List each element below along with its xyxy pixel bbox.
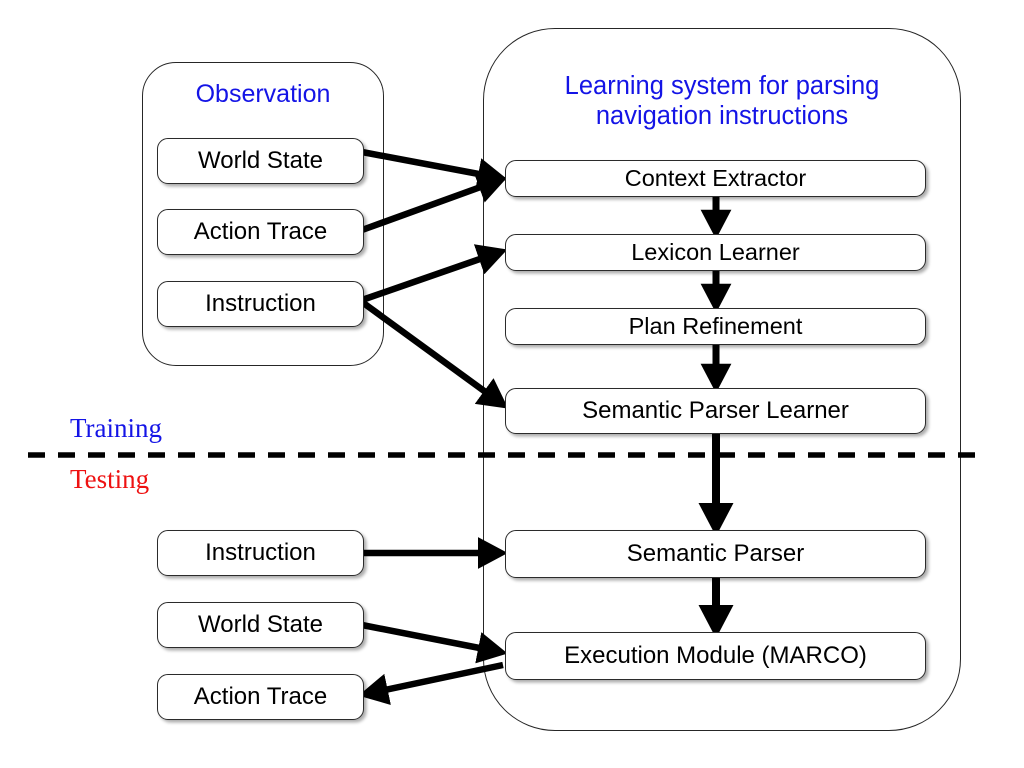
testing-phase-label: Testing bbox=[70, 464, 150, 494]
edge-instruction-to-lexicon-learner bbox=[360, 244, 508, 304]
node-testing-instruction[interactable]: Instruction bbox=[157, 530, 364, 576]
training-phase-label: Training bbox=[70, 413, 163, 443]
node-observation-world-state[interactable]: World State bbox=[157, 138, 364, 184]
node-observation-action-trace[interactable]: Action Trace bbox=[157, 209, 364, 255]
diagram-canvas: Observation Learning system for parsing … bbox=[0, 0, 1024, 768]
node-semantic-parser[interactable]: Semantic Parser bbox=[505, 530, 926, 578]
node-testing-world-state[interactable]: World State bbox=[157, 602, 364, 648]
edge-instruction-to-semantic-parser-learner bbox=[360, 299, 509, 409]
node-execution-module[interactable]: Execution Module (MARCO) bbox=[505, 632, 926, 680]
node-context-extractor[interactable]: Context Extractor bbox=[505, 160, 926, 197]
node-semantic-parser-learner[interactable]: Semantic Parser Learner bbox=[505, 388, 926, 434]
edge-world-state-to-context-extractor bbox=[361, 148, 508, 190]
node-observation-instruction[interactable]: Instruction bbox=[157, 281, 364, 327]
edge-execution-module-to-test-action-trace bbox=[358, 661, 504, 706]
node-lexicon-learner[interactable]: Lexicon Learner bbox=[505, 234, 926, 271]
node-plan-refinement[interactable]: Plan Refinement bbox=[505, 308, 926, 345]
node-testing-action-trace[interactable]: Action Trace bbox=[157, 674, 364, 720]
edge-test-world-state-to-execution-module bbox=[361, 621, 508, 664]
edge-action-trace-to-context-extractor bbox=[360, 172, 508, 234]
